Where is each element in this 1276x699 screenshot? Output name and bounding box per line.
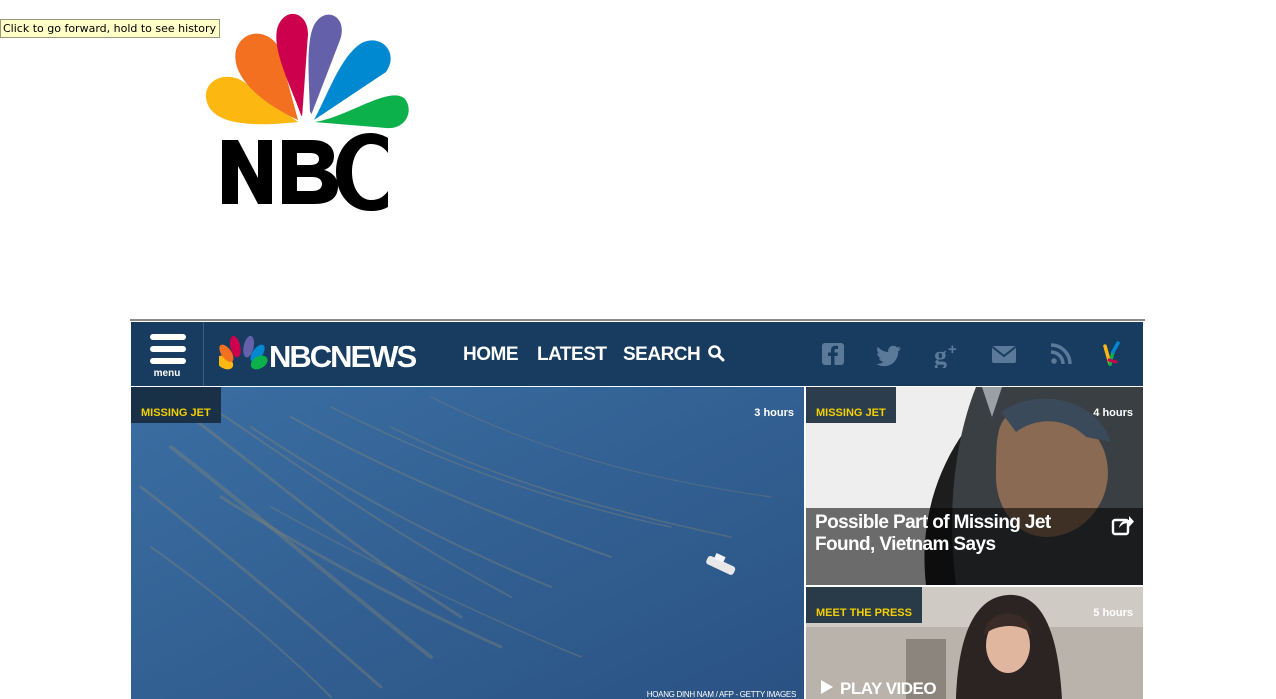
story-timestamp: 4 hours (1093, 407, 1133, 419)
svg-text:g: g (934, 341, 947, 368)
nbc-news-site: menu NBCNEWS HOME LATEST SEARCH g + MISS… (130, 319, 1145, 699)
nav-search-label: SEARCH (623, 344, 701, 365)
svg-text:+: + (948, 341, 957, 358)
nav-search-link[interactable]: SEARCH (623, 344, 725, 366)
browser-tooltip: Click to go forward, hold to see history (0, 19, 220, 38)
hamburger-icon (150, 334, 186, 340)
hamburger-icon (150, 346, 186, 352)
peacock-icon (205, 13, 409, 129)
share-icon[interactable] (1111, 514, 1135, 536)
rss-icon[interactable] (1047, 340, 1075, 368)
story-category-tag: MEET THE PRESS (806, 587, 922, 623)
peacock-icon (219, 336, 268, 370)
email-icon[interactable] (990, 340, 1018, 368)
play-icon (821, 680, 833, 694)
ocean-photo (131, 387, 804, 699)
side-story-tile-2[interactable]: MEET THE PRESS 5 hours PLAY VIDEO (806, 587, 1143, 699)
story-timestamp: 5 hours (1093, 607, 1133, 619)
twitter-icon[interactable] (876, 340, 904, 368)
menu-button[interactable]: menu (131, 322, 204, 386)
nbc-wordmark (222, 133, 388, 211)
facebook-icon[interactable] (819, 340, 847, 368)
play-video-label: PLAY VIDEO (840, 679, 937, 698)
main-story-tile[interactable]: MISSING JET 3 hours HOANG DINH NAM / AFP… (131, 387, 804, 699)
nav-home-link[interactable]: HOME (463, 344, 519, 366)
top-navigation-bar: menu NBCNEWS HOME LATEST SEARCH g + (131, 322, 1143, 386)
side-story-tile-1[interactable]: MISSING JET 4 hours Possible Part of Mis… (806, 387, 1143, 585)
hamburger-icon (150, 358, 186, 364)
nbc-peacock-logo[interactable] (200, 8, 412, 213)
nbc-news-wordmark: NBCNEWS (269, 339, 416, 372)
nav-latest-link[interactable]: LATEST (537, 344, 607, 366)
search-icon (708, 345, 725, 362)
app-feather-icon[interactable] (1099, 340, 1127, 368)
story-timestamp: 3 hours (754, 407, 794, 419)
menu-label: menu (153, 368, 181, 379)
google-plus-icon[interactable]: g + (933, 340, 961, 368)
nbc-news-logo[interactable]: NBCNEWS (219, 336, 424, 372)
story-headline[interactable]: Possible Part of Missing Jet Found, Viet… (815, 512, 1090, 556)
play-video-button[interactable]: PLAY VIDEO (820, 679, 937, 699)
headline-overlay: Possible Part of Missing Jet Found, Viet… (806, 508, 1143, 585)
story-category-tag: MISSING JET (806, 387, 896, 423)
story-category-tag: MISSING JET (131, 387, 221, 423)
